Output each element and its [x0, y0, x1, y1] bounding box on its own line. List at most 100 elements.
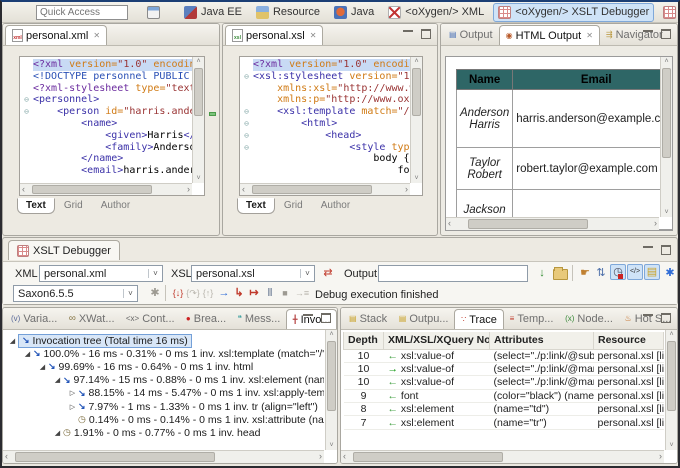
- fold-toggle-icon[interactable]: ⊖: [240, 142, 253, 154]
- tree-expander-icon[interactable]: ◢: [37, 363, 48, 371]
- tab-html-output[interactable]: ◉ HTML Output ✕: [499, 25, 600, 45]
- tree-row[interactable]: ◷0.14% - 0 ms - 0.14% - 0 ms 1 inv. xsl:…: [5, 413, 324, 426]
- scroll-up-arrow[interactable]: ˄: [326, 330, 337, 339]
- perspective-oxygen-xquery-debugger[interactable]: <oXygen/> XQuery Debugger: [658, 3, 680, 22]
- step-out-icon[interactable]: {↑}: [200, 285, 216, 301]
- mode-tab-author[interactable]: Author: [312, 198, 359, 214]
- tree-expander-icon[interactable]: ▷: [67, 389, 78, 397]
- link-with-editor-icon[interactable]: ☛: [577, 265, 593, 281]
- show-markup-toggle[interactable]: </>: [627, 264, 643, 280]
- vertical-scrollbar[interactable]: ˄ ˅: [665, 330, 677, 450]
- code-line[interactable]: <!DOCTYPE personnel PUBLIC: [20, 71, 192, 83]
- horizontal-scrollbar[interactable]: ‹ ›: [341, 450, 664, 463]
- tab-stack[interactable]: ▤ Stack: [343, 309, 393, 329]
- fold-toggle-icon[interactable]: ⊖: [240, 130, 253, 142]
- tab-messages[interactable]: ❝ Mess...: [232, 309, 286, 329]
- code-line[interactable]: xmlns:xsl="http://www.w: [240, 83, 410, 95]
- tab-output[interactable]: ▤ Output: [443, 25, 499, 45]
- scroll-left-arrow[interactable]: ‹: [343, 451, 346, 462]
- vertical-scrollbar[interactable]: ˄ ˅: [660, 57, 672, 217]
- scrollbar-thumb[interactable]: [32, 185, 152, 194]
- code-line[interactable]: fon: [240, 165, 410, 177]
- scrollbar-thumb[interactable]: [194, 68, 203, 116]
- fold-toggle-icon[interactable]: ⊖: [20, 94, 33, 106]
- code-line[interactable]: <family>Anderso: [20, 142, 192, 154]
- perspective-java-ee[interactable]: Java EE: [179, 3, 247, 22]
- tab-templates[interactable]: ≡ Temp...: [504, 309, 559, 329]
- synchronize-views-icon[interactable]: ⇅: [593, 265, 609, 281]
- code-line[interactable]: </name>: [20, 153, 192, 165]
- trace-row[interactable]: 10→ xsl:value-of(select="./p:link/@man..…: [344, 362, 664, 375]
- open-folder-icon[interactable]: [553, 269, 568, 280]
- editor-tab-personal-xml[interactable]: xml personal.xml ✕: [5, 25, 107, 45]
- attributes-column-header[interactable]: Attributes: [490, 332, 594, 349]
- code-editor-xml[interactable]: <?xml version="1.0" encodin<!DOCTYPE per…: [19, 56, 205, 196]
- tree-expander-icon[interactable]: ◢: [52, 429, 63, 437]
- debugger-settings-gear-icon[interactable]: ✱: [662, 265, 678, 281]
- step-into-icon[interactable]: {↓}: [170, 285, 186, 301]
- chevron-down-icon[interactable]: ˅: [148, 269, 162, 278]
- editor-tab-personal-xsl[interactable]: xsl personal.xsl ✕: [225, 25, 323, 45]
- code-line[interactable]: ⊖ <xsl:template match="/": [240, 106, 410, 118]
- tree-expander-icon[interactable]: ◢: [22, 350, 33, 358]
- fold-toggle-icon[interactable]: ⊖: [20, 106, 33, 118]
- code-line[interactable]: body {: [240, 153, 410, 165]
- code-line[interactable]: <?xml-stylesheet type="text: [20, 83, 192, 95]
- scroll-right-arrow[interactable]: ›: [319, 451, 322, 462]
- new-wizard-button[interactable]: [142, 3, 165, 22]
- scrollbar-thumb[interactable]: [468, 219, 588, 229]
- vertical-scrollbar[interactable]: ˄ ˅: [410, 57, 422, 183]
- maximize-button[interactable]: [659, 28, 673, 40]
- vertical-scrollbar[interactable]: ˄ ˅: [325, 330, 337, 450]
- scroll-down-arrow[interactable]: ˅: [193, 174, 204, 183]
- code-line[interactable]: <?xml version="1.0" encodin: [20, 59, 192, 71]
- xsl-source-combo[interactable]: personal.xsl ˅: [191, 265, 315, 282]
- step-over-icon[interactable]: {↷}: [185, 285, 201, 301]
- resource-column-header[interactable]: Resource: [594, 332, 664, 349]
- minimize-button[interactable]: [641, 28, 655, 40]
- fold-toggle-icon[interactable]: ⊖: [240, 118, 253, 130]
- minimize-button[interactable]: [401, 28, 415, 40]
- xslt-debugger-tab[interactable]: XSLT Debugger: [8, 240, 120, 260]
- tree-row[interactable]: ▷↘7.97% - 1 ms - 1.33% - 0 ms 1 inv. tr …: [5, 400, 324, 413]
- close-icon[interactable]: ✕: [586, 31, 593, 40]
- tree-row[interactable]: ◢↘100.0% - 16 ms - 0.31% - 0 ms 1 inv. x…: [5, 347, 324, 360]
- quick-access-input[interactable]: [36, 5, 128, 20]
- close-icon[interactable]: ✕: [310, 31, 317, 40]
- mode-tab-grid[interactable]: Grid: [55, 198, 92, 214]
- horizontal-scrollbar[interactable]: ‹ ›: [3, 450, 324, 463]
- show-current-node-icon[interactable]: →≡: [294, 285, 310, 301]
- mode-tab-grid[interactable]: Grid: [275, 198, 312, 214]
- tab-context[interactable]: <x> Cont...: [120, 309, 180, 329]
- scrollbar-thumb[interactable]: [662, 68, 671, 158]
- code-line[interactable]: ⊖ <person id="harris.ande: [20, 106, 192, 118]
- trace-row[interactable]: 10← xsl:value-of(select="./p:link/@subo.…: [344, 349, 664, 362]
- tab-breakpoints[interactable]: ● Brea...: [180, 309, 232, 329]
- code-editor-xsl[interactable]: <?xml version="1.0" encodin⊖<xsl:stylesh…: [239, 56, 423, 196]
- code-line[interactable]: <name>: [20, 118, 192, 130]
- horizontal-scrollbar[interactable]: ‹ ›: [240, 183, 410, 195]
- perspective-java[interactable]: Java: [329, 3, 379, 22]
- scroll-left-arrow[interactable]: ‹: [242, 184, 245, 195]
- node-column-header[interactable]: XML/XSL/XQuery Node: [384, 332, 490, 349]
- scrollbar-thumb[interactable]: [412, 68, 421, 116]
- scrollbar-thumb[interactable]: [252, 185, 372, 194]
- code-line[interactable]: ⊖<personnel>: [20, 94, 192, 106]
- scroll-down-arrow[interactable]: ˅: [411, 174, 422, 183]
- xml-source-combo[interactable]: personal.xml ˅: [39, 265, 163, 282]
- code-line[interactable]: <email>harris.ander: [20, 165, 192, 177]
- vertical-scrollbar[interactable]: ˄ ˅: [192, 57, 204, 183]
- maximize-button[interactable]: [659, 312, 673, 324]
- perspective-resource[interactable]: Resource: [251, 3, 325, 22]
- code-line[interactable]: ⊖ <head>: [240, 130, 410, 142]
- horizontal-scrollbar[interactable]: ‹ ›: [446, 217, 659, 230]
- trace-row[interactable]: 8← xsl:element(name="td")personal.xsl [l…: [344, 403, 664, 416]
- minimize-button[interactable]: [641, 244, 655, 256]
- tab-nodes[interactable]: (x) Node...: [559, 309, 618, 329]
- tree-row[interactable]: ◢↘97.14% - 15 ms - 0.88% - 0 ms 1 inv. x…: [5, 374, 324, 387]
- scroll-down-arrow[interactable]: ˅: [326, 441, 337, 450]
- scrollbar-thumb[interactable]: [353, 452, 503, 462]
- code-line[interactable]: ⊖<xsl:stylesheet version="1.: [240, 71, 410, 83]
- mode-tab-text[interactable]: Text: [237, 198, 275, 214]
- scroll-left-arrow[interactable]: ‹: [22, 184, 25, 195]
